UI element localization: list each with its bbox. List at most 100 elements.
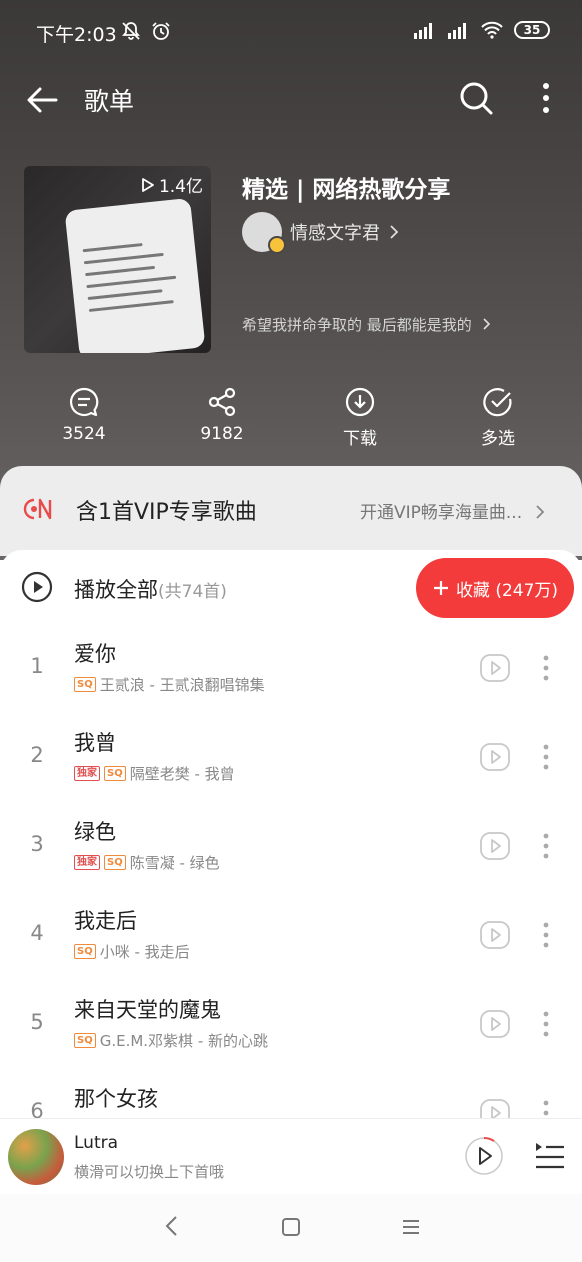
download-label: 下载: [343, 429, 377, 449]
vip-cta[interactable]: 开通VIP畅享海量曲...: [360, 498, 546, 523]
vip-banner-text: 含1首VIP专享歌曲: [76, 500, 257, 525]
track-title: 爱你: [74, 642, 116, 666]
play-pause-icon[interactable]: [464, 1136, 504, 1176]
nav-back-icon[interactable]: [162, 1214, 182, 1238]
more-vertical-icon[interactable]: [538, 917, 554, 953]
vip-logo-icon: [23, 498, 52, 520]
track-title: 那个女孩: [74, 1087, 158, 1111]
playlist-cover[interactable]: 1.4亿: [24, 166, 211, 353]
play-count-icon: [142, 177, 154, 192]
collect-label: 收藏 (247万): [455, 580, 559, 601]
collect-button[interactable]: 收藏 (247万): [416, 558, 574, 618]
track-index: 3: [30, 832, 44, 856]
play-circle-icon: [21, 571, 53, 603]
track-list-sheet: 播放全部(共74首) 收藏 (247万) 1 爱你 SQ 王贰浪 - 王贰浪翻唱锦…: [0, 550, 582, 1130]
track-index: 1: [30, 654, 44, 678]
playlist-description[interactable]: 希望我拼命争取的 最后都能是我的: [242, 314, 493, 335]
more-vertical-icon[interactable]: [538, 650, 554, 686]
track-title: 我走后: [74, 909, 137, 933]
track-artist-album: 王贰浪 - 王贰浪翻唱锦集: [99, 676, 265, 694]
track-subtitle: 独家 SQ 隔壁老樊 - 我曾: [74, 763, 235, 784]
video-play-icon[interactable]: [479, 1009, 511, 1039]
track-index: 4: [30, 921, 44, 945]
chevron-right-icon: [390, 225, 399, 239]
playlist-queue-icon[interactable]: [534, 1139, 566, 1173]
nav-home-icon[interactable]: [280, 1216, 302, 1238]
sq-badge: SQ: [74, 1033, 96, 1048]
nav-menu-icon[interactable]: [400, 1216, 422, 1238]
multi-select-label: 多选: [481, 429, 515, 449]
track-index: 2: [30, 743, 44, 767]
status-time: 下午2:03: [36, 24, 117, 46]
mini-player-cover[interactable]: [8, 1129, 64, 1185]
chevron-right-icon: [535, 505, 544, 519]
track-artist-album: 隔壁老樊 - 我曾: [129, 765, 235, 783]
sq-badge: SQ: [74, 944, 96, 959]
comment-button[interactable]: 3524: [34, 386, 134, 444]
track-artist-album: G.E.M.邓紫棋 - 新的心跳: [99, 1032, 268, 1050]
more-vertical-icon[interactable]: [532, 78, 560, 118]
track-subtitle: SQ 小咪 - 我走后: [74, 941, 190, 962]
signal-icon: [448, 23, 466, 39]
back-arrow-icon[interactable]: [22, 80, 62, 120]
signal-hd-icon: [414, 23, 432, 39]
play-all-label: 播放全部: [74, 578, 158, 602]
battery-indicator: 35: [514, 21, 550, 39]
playlist-title: 精选 | 网络热歌分享: [242, 177, 451, 203]
video-play-icon[interactable]: [479, 742, 511, 772]
search-icon[interactable]: [456, 78, 496, 118]
track-title: 来自天堂的魔鬼: [74, 998, 221, 1022]
track-row[interactable]: 1 爱你 SQ 王贰浪 - 王贰浪翻唱锦集: [0, 626, 582, 715]
share-count: 9182: [200, 424, 244, 444]
more-vertical-icon[interactable]: [538, 1006, 554, 1042]
wifi-icon: [481, 21, 503, 39]
title-bar: 歌单: [0, 70, 582, 130]
track-subtitle: SQ 王贰浪 - 王贰浪翻唱锦集: [74, 674, 265, 695]
status-bar: 下午2:03 35: [0, 0, 582, 62]
comment-count: 3524: [62, 424, 106, 444]
share-icon: [208, 387, 236, 417]
vip-cta-text: 开通VIP畅享海量曲...: [360, 503, 523, 523]
action-row: 3524 9182 下载 多选: [0, 386, 582, 456]
vip-banner[interactable]: 含1首VIP专享歌曲 开通VIP畅享海量曲...: [0, 466, 582, 556]
sq-badge: SQ: [74, 677, 96, 692]
play-all-count: (共74首): [158, 582, 227, 602]
mute-bell-icon: [122, 22, 140, 40]
description-text: 希望我拼命争取的 最后都能是我的: [242, 316, 472, 334]
share-button[interactable]: 9182: [172, 386, 272, 444]
mini-player-title: Lutra: [74, 1133, 119, 1153]
video-play-icon[interactable]: [479, 920, 511, 950]
plus-icon: [433, 581, 448, 595]
track-index: 5: [30, 1010, 44, 1034]
comment-icon: [69, 387, 99, 417]
vip-crown-icon: [268, 236, 286, 254]
more-vertical-icon[interactable]: [538, 828, 554, 864]
multi-select-icon: [483, 388, 512, 417]
multi-select-button[interactable]: 多选: [448, 386, 548, 449]
cover-phone-image: [64, 197, 206, 353]
track-row[interactable]: 2 我曾 独家 SQ 隔壁老樊 - 我曾: [0, 715, 582, 804]
alarm-icon: [152, 22, 170, 40]
track-artist-album: 陈雪凝 - 绿色: [129, 854, 220, 872]
mini-player-subtitle: 横滑可以切换上下首哦: [74, 1163, 225, 1181]
play-all-row[interactable]: 播放全部(共74首) 收藏 (247万): [0, 550, 582, 626]
download-icon: [345, 387, 375, 417]
system-nav-bar: [0, 1194, 582, 1262]
creator-avatar: [242, 212, 286, 254]
track-subtitle: 独家 SQ 陈雪凝 - 绿色: [74, 852, 220, 873]
video-play-icon[interactable]: [479, 653, 511, 683]
more-vertical-icon[interactable]: [538, 739, 554, 775]
sq-badge: SQ: [104, 766, 126, 781]
play-count-value: 1.4亿: [158, 177, 203, 197]
track-row[interactable]: 3 绿色 独家 SQ 陈雪凝 - 绿色: [0, 804, 582, 893]
exclusive-badge: 独家: [74, 855, 100, 870]
page-title: 歌单: [84, 87, 135, 116]
creator-name: 情感文字君: [290, 223, 380, 244]
track-row[interactable]: 5 来自天堂的魔鬼 SQ G.E.M.邓紫棋 - 新的心跳: [0, 982, 582, 1071]
track-title: 我曾: [74, 731, 116, 755]
creator-link[interactable]: 情感文字君: [242, 212, 400, 254]
download-button[interactable]: 下载: [310, 386, 410, 449]
track-row[interactable]: 4 我走后 SQ 小咪 - 我走后: [0, 893, 582, 982]
mini-player[interactable]: Lutra 横滑可以切换上下首哦: [0, 1118, 582, 1194]
video-play-icon[interactable]: [479, 831, 511, 861]
